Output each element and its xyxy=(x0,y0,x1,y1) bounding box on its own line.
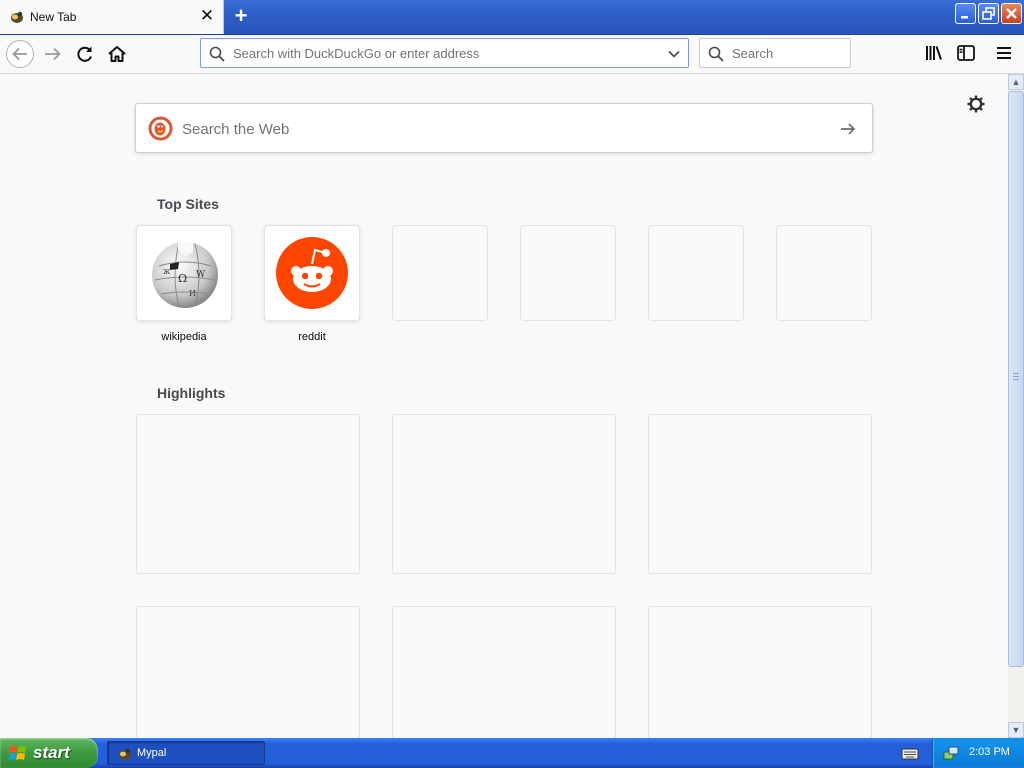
top-site-tile-wikipedia[interactable]: Ω W ж И xyxy=(136,225,232,321)
vertical-scrollbar[interactable]: ▲ ▼ xyxy=(1008,74,1024,738)
close-icon xyxy=(1006,8,1017,19)
highlight-card[interactable] xyxy=(136,414,360,574)
tab-title: New Tab xyxy=(30,10,77,24)
scroll-up-button[interactable]: ▲ xyxy=(1008,74,1024,90)
minimize-icon xyxy=(961,16,968,19)
mypal-icon xyxy=(11,11,23,23)
minimize-button[interactable] xyxy=(955,3,976,24)
scroll-grip xyxy=(1013,373,1019,381)
restore-button[interactable] xyxy=(978,3,999,24)
system-tray: 2:03 PM xyxy=(932,738,1024,768)
tab-strip: New Tab ✕ + xyxy=(0,0,1024,35)
new-tab-button[interactable]: + xyxy=(229,4,253,28)
web-search-input[interactable] xyxy=(182,120,802,138)
search-input[interactable] xyxy=(732,45,842,62)
search-icon xyxy=(209,46,225,62)
top-site-label: reddit xyxy=(298,331,326,343)
forward-button[interactable] xyxy=(38,39,68,69)
highlights-title: Highlights xyxy=(157,385,226,401)
home-icon xyxy=(108,46,126,62)
network-icon[interactable] xyxy=(943,745,960,761)
close-window-button[interactable] xyxy=(1001,3,1022,24)
gear-icon[interactable] xyxy=(966,94,986,114)
top-site-tile-empty[interactable] xyxy=(520,225,616,321)
back-arrow-icon xyxy=(12,47,27,61)
top-site-label: wikipedia xyxy=(161,331,207,343)
search-icon xyxy=(708,46,724,62)
highlight-card[interactable] xyxy=(648,606,872,738)
reddit-alien-icon xyxy=(276,237,348,309)
windows-logo-icon xyxy=(9,746,26,760)
tab-close-icon[interactable]: ✕ xyxy=(199,7,215,25)
wikipedia-globe-icon: Ω W ж И xyxy=(152,242,218,308)
restore-icon xyxy=(982,7,995,20)
taskbar: start Mypal 2:03 PM xyxy=(0,738,1024,768)
new-tab-page: Top Sites Ω W ж И wikipedia xyxy=(0,74,1008,738)
top-site-tile-empty[interactable] xyxy=(776,225,872,321)
library-icon[interactable] xyxy=(923,42,945,64)
address-input[interactable] xyxy=(233,45,653,62)
scroll-thumb[interactable] xyxy=(1008,91,1024,667)
svg-text:И: И xyxy=(189,289,196,298)
top-site-tile-reddit[interactable] xyxy=(264,225,360,321)
mypal-icon xyxy=(119,748,131,760)
top-site-tile-empty[interactable] xyxy=(392,225,488,321)
search-bar[interactable] xyxy=(699,38,851,68)
address-bar[interactable] xyxy=(200,38,689,68)
svg-text:ж: ж xyxy=(163,267,171,276)
highlight-card[interactable] xyxy=(392,414,616,574)
back-button[interactable] xyxy=(5,39,35,69)
navigation-toolbar xyxy=(0,35,1024,74)
arrow-right-icon[interactable] xyxy=(838,119,858,139)
keyboard-icon[interactable] xyxy=(901,745,919,761)
reload-icon xyxy=(77,46,92,62)
highlight-card[interactable] xyxy=(648,414,872,574)
svg-text:Ω: Ω xyxy=(178,272,187,285)
forward-arrow-icon xyxy=(45,47,61,61)
top-sites-title: Top Sites xyxy=(157,196,219,212)
reload-button[interactable] xyxy=(70,39,100,69)
tab-new-tab[interactable]: New Tab ✕ xyxy=(0,0,224,34)
highlight-card[interactable] xyxy=(392,606,616,738)
sidebar-icon[interactable] xyxy=(955,42,977,64)
hamburger-menu-icon[interactable] xyxy=(993,42,1015,64)
svg-text:W: W xyxy=(196,270,206,280)
taskbar-item-label: Mypal xyxy=(137,747,167,759)
scroll-down-button[interactable]: ▼ xyxy=(1008,722,1024,738)
start-label: start xyxy=(33,743,70,762)
top-site-tile-empty[interactable] xyxy=(648,225,744,321)
start-button[interactable]: start xyxy=(0,738,98,768)
duckduckgo-icon xyxy=(148,116,173,141)
web-search-box[interactable] xyxy=(135,103,873,153)
highlight-card[interactable] xyxy=(136,606,360,738)
taskbar-item-mypal[interactable]: Mypal xyxy=(107,741,265,765)
home-button[interactable] xyxy=(102,39,132,69)
chevron-down-icon[interactable] xyxy=(666,46,682,62)
clock: 2:03 PM xyxy=(969,746,1010,758)
